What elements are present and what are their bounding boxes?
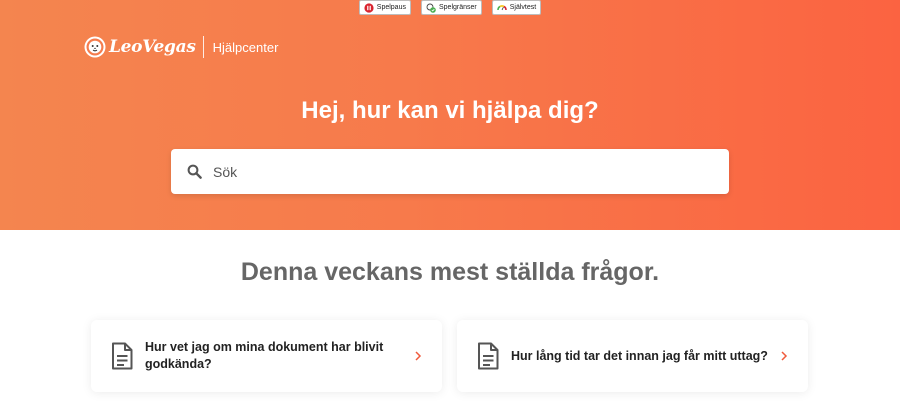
spelpaus-button[interactable]: Spelpaus (358, 0, 411, 15)
faq-question: Hur vet jag om mina dokument har blivit … (145, 340, 384, 371)
pause-icon (364, 2, 374, 13)
responsible-gaming-bar: Spelpaus Spelgränser Självtest (0, 0, 900, 16)
sjalvtest-button[interactable]: Självtest (491, 0, 542, 15)
chevron-right-icon (781, 351, 788, 361)
document-icon (478, 342, 499, 370)
self-test-gauge-icon (496, 4, 507, 10)
faq-card[interactable]: Hur vet jag om mina dokument har blivit … (91, 320, 442, 392)
hero-banner: Spelpaus Spelgränser Självtest LeoVegas … (0, 0, 900, 230)
chevron-right-icon (415, 351, 422, 361)
helpcenter-link[interactable]: Hjälpcenter (213, 40, 279, 55)
spelpaus-label: Spelpaus (376, 4, 406, 11)
lion-logo-icon[interactable] (84, 36, 106, 58)
search-bar[interactable] (171, 149, 729, 194)
spelgranser-label: Spelgränser (438, 4, 477, 11)
faq-card[interactable]: Hur lång tid tar det innan jag får mitt … (457, 320, 808, 392)
search-icon (187, 164, 202, 179)
faq-question: Hur lång tid tar det innan jag får mitt … (511, 348, 768, 363)
search-input[interactable] (213, 163, 693, 180)
logo-divider (202, 36, 204, 58)
hero-title: Hej, hur kan vi hjälpa dig? (301, 97, 599, 124)
spelgranser-button[interactable]: Spelgränser (420, 0, 482, 15)
brand-header: LeoVegas Hjälpcenter (84, 34, 278, 60)
brand-logo-text[interactable]: LeoVegas (109, 37, 196, 57)
sjalvtest-label: Självtest (509, 4, 537, 11)
limits-icon (426, 3, 436, 13)
faq-section-title: Denna veckans mest ställda frågor. (240, 258, 660, 286)
document-icon (112, 342, 133, 370)
